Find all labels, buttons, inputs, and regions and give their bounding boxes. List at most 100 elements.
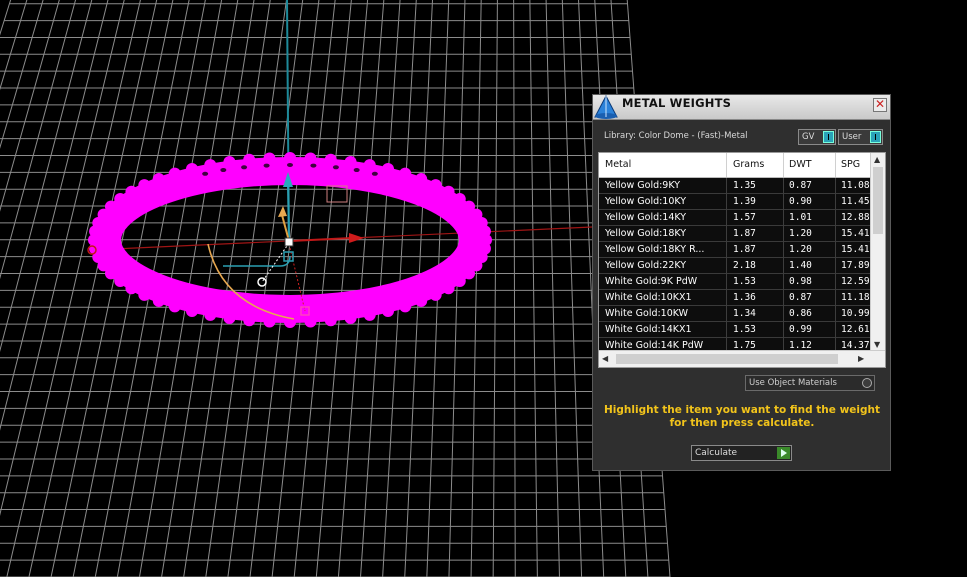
dwt-cell: 1.01 bbox=[789, 212, 812, 223]
ring-bead bbox=[284, 152, 296, 164]
spg-cell: 17.89 bbox=[841, 260, 870, 271]
column-header-grams[interactable]: Grams bbox=[733, 159, 764, 170]
dwt-cell: 0.99 bbox=[789, 324, 812, 335]
table-row[interactable]: White Gold:14KX1 1.53 0.99 12.61 bbox=[599, 322, 872, 338]
rhino-cone-icon bbox=[594, 94, 618, 119]
table-header: Metal Grams DWT SPG bbox=[599, 153, 872, 178]
grid-line bbox=[249, 0, 320, 577]
spg-cell: 11.45 bbox=[841, 196, 870, 207]
ring-bead bbox=[152, 173, 165, 186]
grams-cell: 1.57 bbox=[733, 212, 756, 223]
ring-dimple bbox=[371, 171, 378, 176]
ring-bead bbox=[104, 200, 117, 213]
gizmo-center-handle[interactable] bbox=[284, 237, 294, 247]
column-divider bbox=[835, 242, 836, 258]
gizmo-y-arrowhead[interactable] bbox=[278, 206, 287, 217]
metal-cell: White Gold:10KW bbox=[605, 308, 689, 319]
column-header-metal[interactable]: Metal bbox=[605, 159, 631, 170]
horizontal-scroll-thumb[interactable] bbox=[616, 354, 838, 364]
table-row[interactable]: Yellow Gold:9KY 1.35 0.87 11.08 bbox=[599, 178, 872, 194]
gizmo-plane-handle[interactable] bbox=[326, 185, 348, 203]
column-divider bbox=[783, 194, 784, 210]
play-icon[interactable] bbox=[777, 447, 790, 459]
gizmo-z-arrow[interactable] bbox=[287, 184, 290, 242]
ring-bead bbox=[399, 300, 412, 313]
column-divider bbox=[726, 178, 727, 194]
ring-dimple bbox=[241, 165, 248, 170]
gv-toggle[interactable]: GV bbox=[798, 129, 836, 145]
scroll-down-icon[interactable]: ▼ bbox=[874, 340, 880, 349]
ring-bead bbox=[415, 294, 428, 307]
ring-bead bbox=[324, 314, 337, 327]
ring-bead bbox=[204, 308, 217, 321]
grams-cell: 1.87 bbox=[733, 228, 756, 239]
gizmo-scale-arc[interactable] bbox=[223, 255, 291, 267]
ring-bead bbox=[304, 315, 317, 328]
ring-bead bbox=[263, 152, 276, 165]
scroll-left-icon[interactable]: ◀ bbox=[602, 354, 608, 363]
ring-bead bbox=[125, 282, 138, 295]
vertical-scrollbar[interactable]: ▲ ▼ bbox=[870, 153, 885, 351]
ring-bead bbox=[429, 288, 442, 301]
ring-bead bbox=[382, 162, 394, 175]
column-divider[interactable] bbox=[726, 153, 727, 177]
dwt-cell: 0.90 bbox=[789, 196, 812, 207]
gizmo-x-arrowhead[interactable] bbox=[349, 233, 364, 243]
column-divider[interactable] bbox=[835, 153, 836, 177]
column-header-dwt[interactable]: DWT bbox=[789, 159, 812, 170]
dwt-cell: 1.20 bbox=[789, 228, 812, 239]
table-row[interactable]: White Gold:10KW 1.34 0.86 10.99 bbox=[599, 306, 872, 322]
grams-cell: 1.53 bbox=[733, 276, 756, 287]
gv-toggle-knob[interactable] bbox=[823, 131, 834, 143]
table-row[interactable]: White Gold:9K PdW 1.53 0.98 12.59 bbox=[599, 274, 872, 290]
vertical-scroll-thumb[interactable] bbox=[873, 167, 883, 234]
close-icon[interactable]: ✕ bbox=[873, 98, 887, 112]
grid-line bbox=[0, 0, 77, 280]
ring-bead bbox=[344, 311, 357, 324]
ring-bead bbox=[168, 167, 181, 180]
table-row[interactable]: Yellow Gold:14KY 1.57 1.01 12.88 bbox=[599, 210, 872, 226]
use-object-materials-radio[interactable] bbox=[862, 378, 872, 388]
table-row[interactable]: Yellow Gold:18KY R... 1.87 1.20 15.41 bbox=[599, 242, 872, 258]
perspective-grid bbox=[0, 0, 671, 577]
dwt-cell: 1.40 bbox=[789, 260, 812, 271]
table-row[interactable]: Yellow Gold:22KY 2.18 1.40 17.89 bbox=[599, 258, 872, 274]
metal-cell: Yellow Gold:9KY bbox=[605, 180, 681, 191]
column-header-spg[interactable]: SPG bbox=[841, 159, 860, 170]
ring-bead bbox=[442, 185, 455, 198]
ring-bead bbox=[324, 153, 337, 166]
table-row[interactable]: Yellow Gold:18KY 1.87 1.20 15.41 bbox=[599, 226, 872, 242]
gv-toggle-label: GV bbox=[802, 132, 815, 142]
grid-line bbox=[561, 0, 583, 577]
column-divider bbox=[726, 306, 727, 322]
grams-cell: 1.35 bbox=[733, 180, 756, 191]
column-divider bbox=[783, 178, 784, 194]
column-divider bbox=[783, 210, 784, 226]
column-divider bbox=[726, 210, 727, 226]
panel-title: METAL WEIGHTS bbox=[622, 96, 732, 110]
scroll-up-icon[interactable]: ▲ bbox=[874, 155, 880, 164]
ring-bead bbox=[442, 282, 455, 295]
column-divider bbox=[726, 322, 727, 338]
user-toggle[interactable]: User bbox=[838, 129, 883, 145]
table-row[interactable]: White Gold:10KX1 1.36 0.87 11.18 bbox=[599, 290, 872, 306]
column-divider bbox=[726, 242, 727, 258]
column-divider bbox=[726, 274, 727, 290]
calculate-button[interactable]: Calculate bbox=[691, 445, 792, 461]
column-divider bbox=[835, 306, 836, 322]
spg-cell: 12.61 bbox=[841, 324, 870, 335]
horizontal-scrollbar[interactable]: ◀ ▶ bbox=[599, 350, 885, 367]
metal-table: Metal Grams DWT SPG Yellow Gold:9KY 1.35 0… bbox=[598, 152, 886, 368]
panel-titlebar[interactable]: METAL WEIGHTS ✕ bbox=[593, 94, 890, 120]
gizmo-dotted-guide bbox=[261, 242, 290, 283]
ring-bead bbox=[125, 185, 138, 198]
ring-bead bbox=[223, 156, 236, 169]
table-row[interactable]: Yellow Gold:10KY 1.39 0.90 11.45 bbox=[599, 194, 872, 210]
column-divider bbox=[783, 290, 784, 306]
scroll-right-icon[interactable]: ▶ bbox=[858, 354, 864, 363]
column-divider bbox=[835, 178, 836, 194]
use-object-materials-option[interactable]: Use Object Materials bbox=[745, 375, 875, 391]
user-toggle-knob[interactable] bbox=[870, 131, 881, 143]
grid-line bbox=[545, 0, 560, 577]
column-divider[interactable] bbox=[783, 153, 784, 177]
